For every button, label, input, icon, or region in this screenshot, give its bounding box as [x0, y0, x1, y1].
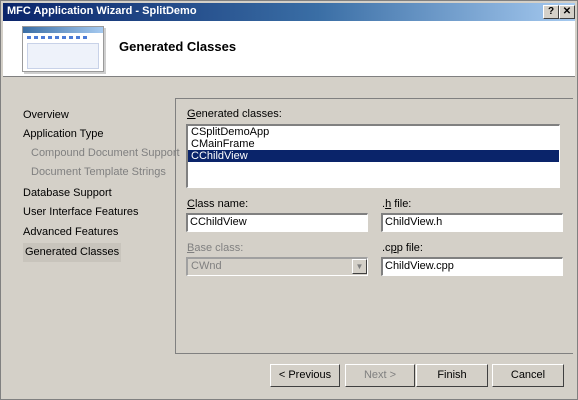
- nav-item-advanced-features[interactable]: Advanced Features: [23, 223, 118, 242]
- nav-item-document-template-strings: Document Template Strings: [31, 166, 166, 178]
- nav-item-compound-document-support: Compound Document Support: [31, 147, 180, 159]
- page-title: Generated Classes: [119, 39, 237, 54]
- base-class-label: Base class:: [187, 242, 244, 254]
- generated-classes-list[interactable]: CSplitDemoApp CMainFrame CChildView: [186, 124, 560, 188]
- wizard-window: MFC Application Wizard - SplitDemo ? ✕ G…: [0, 0, 578, 400]
- nav-item-generated-classes[interactable]: Generated Classes: [23, 243, 122, 262]
- previous-button[interactable]: < Previous: [270, 364, 340, 387]
- nav-item-overview[interactable]: Overview: [23, 106, 69, 125]
- generated-classes-label: Generated classes:: [187, 108, 282, 120]
- thumbnail-toolbar: [27, 36, 87, 39]
- cpp-file-field[interactable]: ChildView.cpp: [381, 257, 563, 276]
- help-icon[interactable]: ?: [543, 5, 559, 19]
- title-bar: MFC Application Wizard - SplitDemo ? ✕: [3, 3, 575, 21]
- wizard-thumbnail-image: [22, 26, 104, 72]
- nav-item-application-type[interactable]: Application Type: [23, 125, 104, 144]
- window-title: MFC Application Wizard - SplitDemo: [7, 5, 197, 17]
- nav-item-database-support[interactable]: Database Support: [23, 184, 112, 203]
- finish-button[interactable]: Finish: [416, 364, 488, 387]
- base-class-value: CWnd: [191, 260, 222, 272]
- wizard-header: Generated Classes: [3, 21, 575, 77]
- button-separator: [175, 353, 573, 354]
- h-file-field[interactable]: ChildView.h: [381, 213, 563, 232]
- base-class-combo: CWnd ▼: [186, 257, 368, 276]
- cpp-file-label: .cpp file:: [382, 242, 423, 254]
- class-name-label: Class name:: [187, 198, 249, 210]
- h-file-label: .h file:: [382, 198, 412, 210]
- chevron-down-icon: ▼: [352, 259, 367, 274]
- wizard-nav: Overview Application Type Compound Docum…: [3, 78, 180, 399]
- class-name-field[interactable]: CChildView: [186, 213, 368, 232]
- list-item[interactable]: CMainFrame: [188, 138, 559, 150]
- list-item-selected[interactable]: CChildView: [188, 150, 559, 162]
- nav-item-user-interface-features[interactable]: User Interface Features: [23, 203, 139, 222]
- thumbnail-titlebar: [23, 27, 103, 33]
- thumbnail-body: [27, 43, 99, 69]
- next-button: Next >: [345, 364, 415, 387]
- list-item[interactable]: CSplitDemoApp: [188, 126, 559, 138]
- cancel-button[interactable]: Cancel: [492, 364, 564, 387]
- close-icon[interactable]: ✕: [559, 5, 575, 19]
